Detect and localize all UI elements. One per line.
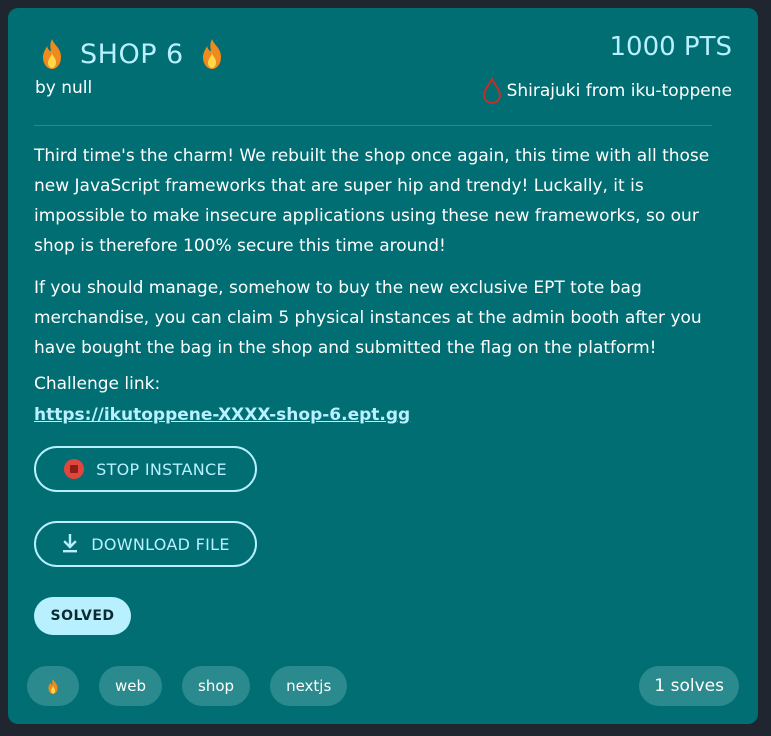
challenge-title: SHOP 6 (38, 38, 226, 70)
challenge-title-text: SHOP 6 (80, 38, 184, 70)
stop-instance-button[interactable]: STOP INSTANCE (34, 446, 257, 492)
challenge-link[interactable]: https://ikutoppene-XXXX-shop-6.ept.gg (34, 405, 410, 425)
first-blood-text: Shirajuki from iku-toppene (506, 81, 732, 101)
tag-shop[interactable]: shop (182, 666, 251, 706)
solved-badge: SOLVED (34, 597, 131, 635)
challenge-author: by null (35, 78, 93, 98)
challenge-link-label: Challenge link: (34, 374, 161, 394)
first-blood: Shirajuki from iku-toppene (481, 77, 732, 105)
challenge-description: Third time's the charm! We rebuilt the s… (34, 141, 734, 375)
fire-icon (43, 39, 61, 69)
download-file-label: DOWNLOAD FILE (91, 534, 230, 554)
download-file-button[interactable]: DOWNLOAD FILE (34, 521, 257, 567)
challenge-card: SHOP 6 by null 1000 PTS Shirajuki from i… (8, 8, 758, 724)
tag-web[interactable]: web (99, 666, 163, 706)
description-paragraph: If you should manage, somehow to buy the… (34, 278, 702, 358)
description-paragraph: Third time's the charm! We rebuilt the s… (34, 146, 710, 256)
tag-difficulty[interactable] (27, 666, 79, 706)
tag-nextjs[interactable]: nextjs (270, 666, 348, 706)
solves-count[interactable]: 1 solves (639, 666, 739, 706)
challenge-header: SHOP 6 by null 1000 PTS Shirajuki from i… (8, 8, 758, 126)
tag-list: web shop nextjs (27, 666, 348, 706)
stop-instance-label: STOP INSTANCE (96, 459, 227, 479)
download-icon (61, 534, 79, 554)
stop-icon (64, 459, 85, 479)
fire-icon (48, 678, 58, 694)
blood-drop-icon (482, 77, 501, 105)
header-divider (34, 125, 712, 126)
challenge-points: 1000 PTS (609, 32, 733, 62)
fire-icon (202, 39, 221, 69)
